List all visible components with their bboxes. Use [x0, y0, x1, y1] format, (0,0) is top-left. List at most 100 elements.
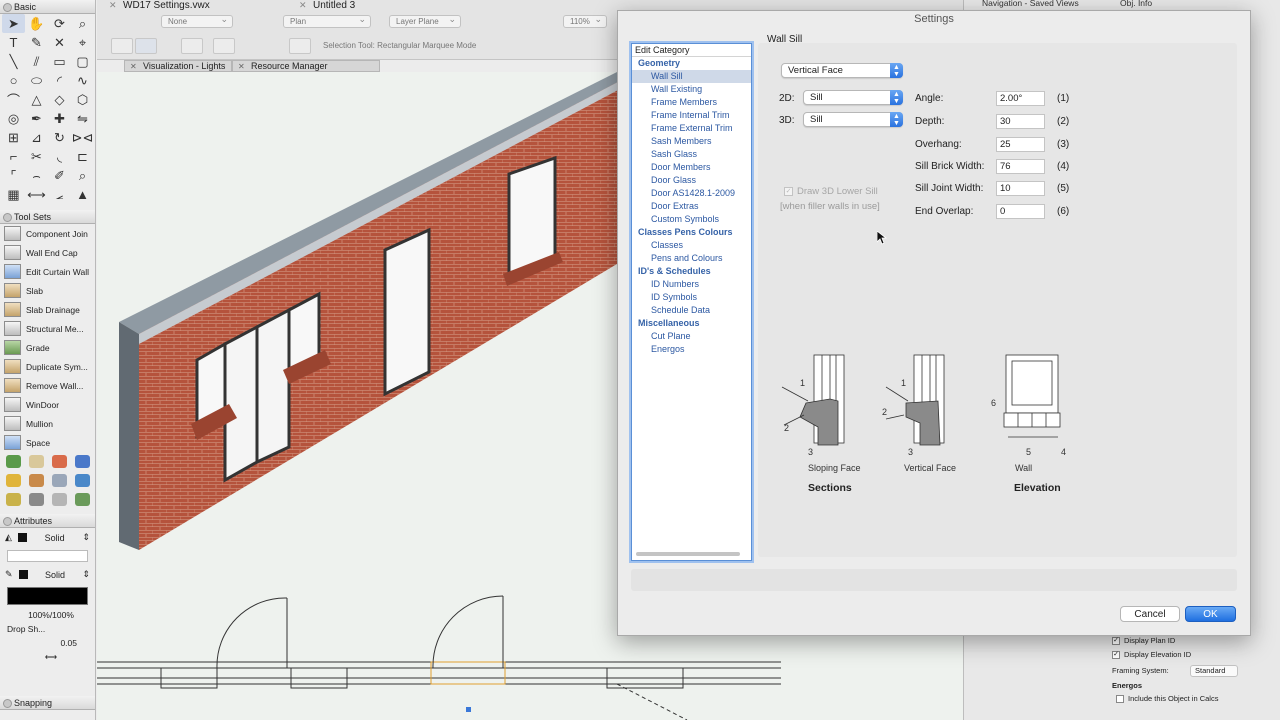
tool-set-item[interactable]: Grade: [0, 338, 95, 357]
move-tool-icon[interactable]: ⊳⊲: [71, 128, 94, 147]
line-style-row[interactable]: ⟷: [0, 650, 95, 664]
sill-3d-popup[interactable]: Sill ▲ ▼: [803, 112, 903, 127]
fill-style-row[interactable]: ◭ Solid ⇕: [0, 528, 95, 547]
pen-color-swatch[interactable]: [18, 570, 28, 579]
rectangle-tool-icon[interactable]: ▭: [48, 52, 71, 71]
pan-tool-icon[interactable]: ✋: [25, 14, 48, 33]
opacity-value[interactable]: 100%/100%: [0, 608, 95, 622]
class-dropdown[interactable]: None: [161, 14, 233, 28]
trim-tool-icon[interactable]: ✂: [25, 147, 48, 166]
fill-color-swatch[interactable]: [17, 533, 27, 542]
dimension-tool-icon[interactable]: ✕: [48, 33, 71, 52]
category-item[interactable]: Pens and Colours: [632, 252, 751, 265]
poly-mode-button[interactable]: [213, 38, 235, 54]
machine-design-icon[interactable]: [71, 471, 94, 490]
rotate-tool-icon[interactable]: ↻: [48, 128, 71, 147]
offset-tool-icon[interactable]: ⊏: [71, 147, 94, 166]
spiral-tool-icon[interactable]: ◎: [2, 109, 25, 128]
marquee-mode-button[interactable]: [111, 38, 133, 54]
category-item[interactable]: Frame External Trim: [632, 122, 751, 135]
tool-set-item[interactable]: Slab: [0, 281, 95, 300]
category-item[interactable]: Schedule Data: [632, 304, 751, 317]
overhang-field[interactable]: 25: [996, 137, 1045, 152]
category-item[interactable]: Door Extras: [632, 200, 751, 213]
category-item[interactable]: Energos: [632, 343, 751, 356]
double-polygon-tool-icon[interactable]: ◇: [48, 90, 71, 109]
floating-tab-visualization[interactable]: ✕ Visualization - Lights: [124, 60, 232, 72]
tool-set-item[interactable]: Space: [0, 433, 95, 452]
freehand-tool-icon[interactable]: ∿: [71, 71, 94, 90]
category-item[interactable]: Frame Members: [632, 96, 751, 109]
angle-tool-icon[interactable]: ⦟: [48, 185, 71, 204]
double-line-tool-icon[interactable]: ⫽: [25, 52, 48, 71]
polygon-tool-icon[interactable]: △: [25, 90, 48, 109]
doc-tab-untitled[interactable]: ✕ Untitled 3: [299, 0, 355, 12]
triangle-tool-icon[interactable]: ▲: [71, 185, 94, 204]
category-item[interactable]: Sash Glass: [632, 148, 751, 161]
site-model-icon[interactable]: [2, 452, 25, 471]
category-item[interactable]: Door Members: [632, 161, 751, 174]
angle-field[interactable]: 2.00°: [996, 91, 1045, 106]
pen-style-row[interactable]: ✎ Solid ⇕: [0, 565, 95, 584]
display-plan-id-row[interactable]: ✓ Display Plan ID: [1112, 636, 1175, 645]
reshape-tool-icon[interactable]: ⊞: [2, 128, 25, 147]
snapping-title[interactable]: Snapping: [0, 696, 95, 710]
rect-marquee-mode-button[interactable]: [135, 38, 157, 54]
category-item[interactable]: Wall Existing: [632, 83, 751, 96]
tool-set-item[interactable]: Mullion: [0, 414, 95, 433]
category-item[interactable]: Custom Symbols: [632, 213, 751, 226]
navigation-palette-title[interactable]: Navigation - Saved Views: [982, 0, 1079, 8]
3d-modeling-icon[interactable]: [2, 490, 25, 509]
gear-icon[interactable]: [48, 490, 71, 509]
clip-tool-icon[interactable]: ⌜: [2, 166, 25, 185]
tool-set-item[interactable]: Component Join: [0, 224, 95, 243]
category-item[interactable]: Door Glass: [632, 174, 751, 187]
line-tool-icon[interactable]: ╲: [2, 52, 25, 71]
symbol-tool-icon[interactable]: ⌕: [71, 166, 94, 185]
close-icon[interactable]: ✕: [130, 61, 137, 72]
tool-sets-title[interactable]: Tool Sets: [0, 210, 95, 224]
obj-info-palette-title[interactable]: Obj. Info: [1120, 0, 1152, 8]
category-item[interactable]: Door AS1428.1-2009: [632, 187, 751, 200]
visualization-icon[interactable]: [48, 452, 71, 471]
split-tool-icon[interactable]: ⊿: [25, 128, 48, 147]
measure-tool-icon[interactable]: ⟷: [25, 185, 48, 204]
fillet-tool-icon[interactable]: ◟: [48, 147, 71, 166]
locus-tool-icon[interactable]: ✚: [48, 109, 71, 128]
pen-style-dropdown[interactable]: Solid: [34, 570, 77, 580]
oval-tool-icon[interactable]: ⬭: [25, 71, 48, 90]
attributes-title[interactable]: Attributes: [0, 514, 95, 528]
category-item[interactable]: ID Symbols: [632, 291, 751, 304]
arc-tool-icon[interactable]: ◜: [48, 71, 71, 90]
tool-set-item[interactable]: WinDoor: [0, 395, 95, 414]
category-item[interactable]: Frame Internal Trim: [632, 109, 751, 122]
category-item[interactable]: ID Numbers: [632, 278, 751, 291]
tool-set-item[interactable]: Remove Wall...: [0, 376, 95, 395]
floating-tab-resource-manager[interactable]: ✕ Resource Manager: [232, 60, 380, 72]
sill-2d-popup[interactable]: Sill ▲ ▼: [803, 90, 903, 105]
detailing-icon[interactable]: [71, 452, 94, 471]
doc-tab-wd17[interactable]: ✕ WD17 Settings.vwx: [109, 0, 210, 12]
cancel-button[interactable]: Cancel: [1120, 606, 1180, 622]
include-in-calcs-row[interactable]: Include this Object in Calcs: [1116, 694, 1218, 703]
zoom-tool-icon[interactable]: ⌕: [71, 14, 94, 33]
ok-button[interactable]: OK: [1185, 606, 1236, 622]
category-item-wall-sill[interactable]: Wall Sill: [632, 70, 751, 83]
tool-set-item[interactable]: Structural Me...: [0, 319, 95, 338]
section-tool-icon[interactable]: ✐: [48, 166, 71, 185]
depth-field[interactable]: 30: [996, 114, 1045, 129]
layer-plane-dropdown[interactable]: Layer Plane: [389, 14, 461, 28]
mirror-tool-icon[interactable]: ⇋: [71, 109, 94, 128]
close-icon[interactable]: ✕: [299, 0, 307, 11]
display-elevation-id-row[interactable]: ✓ Display Elevation ID: [1112, 650, 1191, 659]
selection-handle[interactable]: [466, 707, 471, 712]
group-tool-icon[interactable]: ▦: [2, 185, 25, 204]
fill-style-dropdown[interactable]: Solid: [33, 533, 77, 543]
display-elevation-id-checkbox[interactable]: ✓: [1112, 650, 1120, 659]
display-plan-id-checkbox[interactable]: ✓: [1112, 636, 1120, 645]
close-icon[interactable]: ✕: [238, 61, 245, 72]
line-weight-row[interactable]: 0.05: [0, 636, 95, 650]
view-dropdown[interactable]: Plan: [283, 14, 371, 28]
attribute-mapping-icon[interactable]: ✒: [25, 109, 48, 128]
tool-set-item[interactable]: Duplicate Sym...: [0, 357, 95, 376]
